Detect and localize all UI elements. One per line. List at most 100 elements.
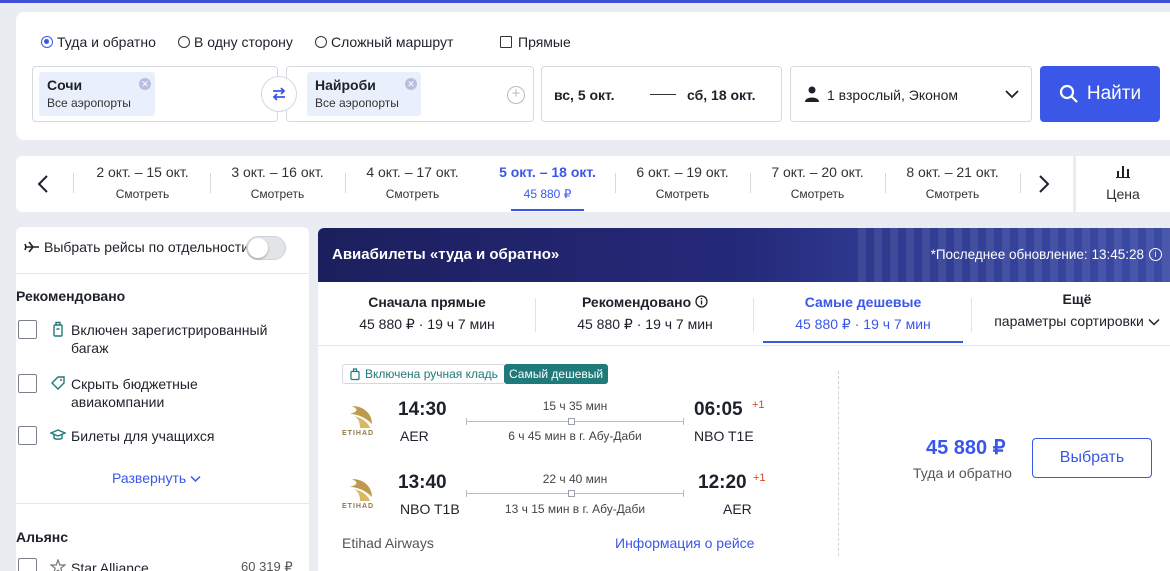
sort-sub: 45 880 ₽ · 19 ч 7 мин (359, 316, 495, 332)
date-sub: Смотреть (115, 187, 170, 201)
sort-sub: 45 880 ₽ · 19 ч 7 мин (577, 316, 713, 332)
date-option[interactable]: 3 окт. – 16 окт. Смотреть (210, 164, 345, 201)
select-flight-button[interactable]: Выбрать (1032, 438, 1152, 478)
radio-icon (315, 36, 327, 48)
arrival-time: 12:20 (698, 472, 747, 493)
star-alliance-checkbox[interactable] (18, 558, 37, 571)
search-panel: Туда и обратно В одну сторону Сложный ма… (16, 12, 1170, 140)
search-icon (1059, 84, 1078, 103)
date-range: 6 окт. – 19 окт. (636, 164, 729, 180)
person-icon (805, 86, 819, 102)
trip-complex-radio[interactable]: Сложный маршрут (315, 34, 453, 50)
sort-recommended-tab[interactable]: Рекомендовано 45 880 ₽ · 19 ч 7 мин (536, 294, 754, 333)
clear-destination-icon[interactable]: ✕ (405, 78, 417, 90)
date-separator (650, 94, 676, 95)
chevron-right-icon (1039, 175, 1050, 193)
add-destination-icon[interactable]: + (507, 86, 525, 104)
date-option[interactable]: 2 окт. – 15 окт. Смотреть (75, 164, 210, 201)
sort-direct-tab[interactable]: Сначала прямые 45 880 ₽ · 19 ч 7 мин (318, 294, 536, 333)
date-price: 45 880 ₽ (523, 187, 572, 201)
info-icon (695, 295, 708, 308)
trip-oneway-label: В одну сторону (194, 34, 293, 50)
next-day-badge: +1 (752, 399, 765, 411)
expand-filters-link[interactable]: Развернуть (112, 470, 201, 486)
destination-chip: Найроби Все аэропорты ✕ (307, 72, 421, 116)
trip-round-radio[interactable]: Туда и обратно (41, 34, 156, 50)
sort-title: Самые дешевые (804, 294, 922, 310)
sort-title-row: Рекомендовано (536, 294, 754, 310)
date-strip: 2 окт. – 15 окт. Смотреть 3 окт. – 16 ок… (16, 156, 1073, 212)
luggage-icon (53, 321, 63, 337)
tag-icon (51, 376, 65, 390)
departure-date: вс, 5 окт. (554, 87, 615, 103)
passengers-field[interactable]: 1 взрослый, Эконом (790, 66, 1032, 122)
hide-budget-option[interactable]: Скрыть бюджетные авиакомпании (50, 375, 198, 411)
date-option[interactable]: 6 окт. – 19 окт. Смотреть (615, 164, 750, 201)
info-icon[interactable]: i (1149, 248, 1162, 261)
radio-icon (178, 36, 190, 48)
passengers-label: 1 взрослый, Эконом (827, 87, 959, 103)
search-button[interactable]: Найти (1040, 66, 1160, 122)
return-date: сб, 18 окт. (687, 87, 756, 103)
departure-time: 13:40 (398, 472, 447, 493)
trip-oneway-radio[interactable]: В одну сторону (178, 34, 293, 50)
logo-text: ETIHAD (342, 430, 375, 437)
divider (1020, 173, 1021, 193)
next-dates-button[interactable] (1034, 172, 1054, 196)
chevron-left-icon (37, 175, 48, 193)
sort-sub: параметры сортировки (994, 313, 1144, 329)
trip-round-label: Туда и обратно (57, 34, 156, 50)
flight-info-link[interactable]: Информация о рейсе (615, 535, 754, 551)
date-sub: Смотреть (790, 187, 845, 201)
top-accent-line (0, 0, 1170, 3)
dates-field[interactable]: вс, 5 окт. сб, 18 окт. (541, 66, 782, 122)
separate-flights-toggle[interactable] (246, 236, 286, 260)
sort-sub: 45 880 ₽ · 19 ч 7 мин (795, 316, 931, 332)
clear-origin-icon[interactable]: ✕ (139, 78, 151, 90)
carry-on-badge: Включена ручная кладь (342, 364, 505, 384)
date-range: 8 окт. – 21 окт. (906, 164, 999, 180)
sort-title: Рекомендовано (581, 294, 692, 310)
stop-marker (568, 490, 575, 497)
active-sort-underline (763, 341, 963, 343)
ticket-price: 45 880 ₽ (926, 437, 1006, 459)
student-tickets-checkbox[interactable] (18, 426, 37, 445)
date-sub: Смотреть (655, 187, 710, 201)
date-option[interactable]: 7 окт. – 20 окт. Смотреть (750, 164, 885, 201)
price-chart-tab[interactable]: Цена (1076, 156, 1170, 212)
route-line (466, 490, 684, 497)
sort-more-tab[interactable]: Ещё параметры сортировки (968, 291, 1170, 329)
student-tickets-option[interactable]: Билеты для учащихся (50, 427, 215, 445)
date-option[interactable]: 4 окт. – 17 окт. Смотреть (345, 164, 480, 201)
carry-on-icon (350, 367, 360, 380)
hide-budget-checkbox[interactable] (18, 374, 37, 393)
filters-sidebar: Выбрать рейсы по отдельности Рекомендова… (16, 227, 309, 571)
checked-baggage-option[interactable]: Включен зарегистрированный багаж (50, 321, 267, 357)
arrival-airport: NBO T1E (694, 428, 754, 444)
next-day-badge: +1 (753, 472, 766, 484)
direct-checkbox[interactable]: Прямые (500, 34, 571, 50)
stop-marker (568, 418, 575, 425)
checked-baggage-checkbox[interactable] (18, 320, 37, 339)
divider (16, 273, 309, 274)
select-button-label: Выбрать (1059, 449, 1125, 466)
layover-info: 13 ч 15 мин в г. Абу-Даби (504, 502, 646, 516)
date-option-selected[interactable]: 5 окт. – 18 окт. 45 880 ₽ (480, 164, 615, 211)
date-option[interactable]: 8 окт. – 21 окт. Смотреть (885, 164, 1020, 201)
destination-field[interactable]: Найроби Все аэропорты ✕ + (286, 66, 534, 122)
chevron-down-icon (190, 475, 201, 483)
sort-cheapest-tab[interactable]: Самые дешевые 45 880 ₽ · 19 ч 7 мин (754, 294, 972, 333)
sort-title: Сначала прямые (368, 294, 486, 310)
results-panel: Авиабилеты «туда и обратно» *Последнее о… (318, 228, 1170, 571)
etihad-logo: ETIHAD (342, 404, 380, 438)
swap-icon (272, 87, 286, 101)
logo-text: ETIHAD (342, 503, 375, 510)
divider (16, 503, 309, 504)
selected-underline (511, 209, 584, 211)
origin-airports: Все аэропорты (47, 96, 131, 110)
origin-field[interactable]: Сочи Все аэропорты ✕ (32, 66, 278, 122)
swap-cities-button[interactable] (261, 76, 297, 112)
prev-dates-button[interactable] (33, 172, 53, 196)
destination-airports: Все аэропорты (315, 96, 399, 110)
star-alliance-option[interactable]: Star Alliance (50, 559, 149, 571)
